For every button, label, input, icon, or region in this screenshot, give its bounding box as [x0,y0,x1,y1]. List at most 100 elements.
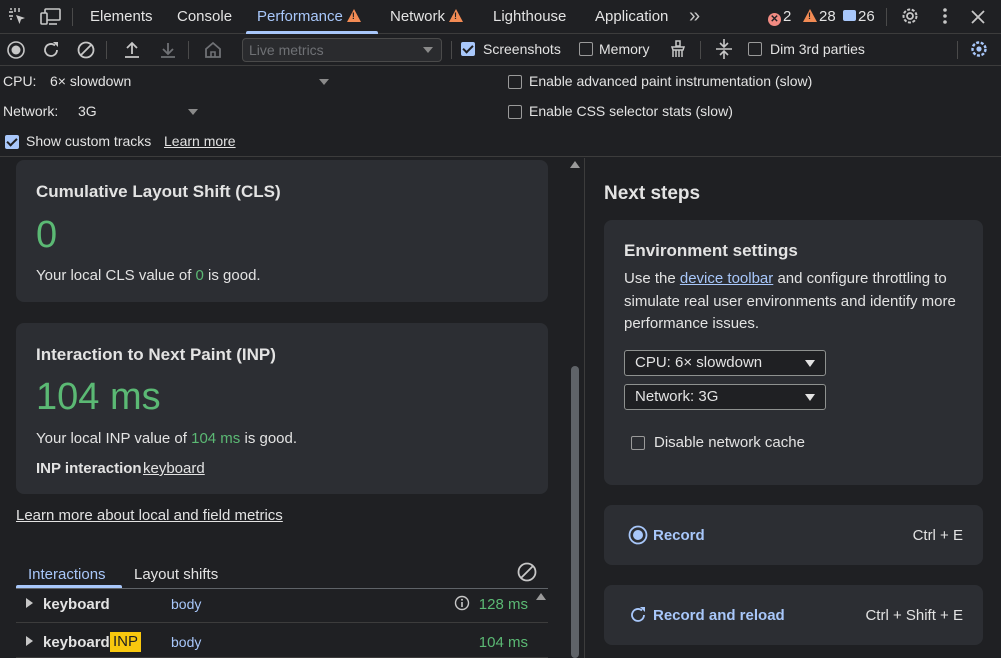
divider [700,41,701,59]
clear-icon[interactable] [76,40,96,60]
download-icon[interactable] [158,40,178,60]
tab-application[interactable]: Application [595,0,668,34]
next-steps-title: Next steps [604,183,701,204]
inp-desc-prefix: Your local INP value of [36,430,192,447]
network-throttling-dropdown[interactable]: Network: 3G [624,384,826,410]
cls-value: 0 [36,214,58,256]
dim-third-parties-label: Dim 3rd parties [770,41,865,57]
disable-cache-label: Disable network cache [654,434,805,451]
inp-interaction-label: INP interaction [36,460,142,477]
tab-lighthouse[interactable]: Lighthouse [493,0,566,34]
tab-network[interactable]: Network [390,0,464,34]
warning-badge[interactable]: 28 [803,8,836,26]
table-row[interactable]: keyboard body 128 ms [16,589,548,623]
cpu-label: CPU: [3,73,37,89]
tab-performance[interactable]: Performance [257,0,361,34]
network-dropdown-value: Network: 3G [635,388,719,405]
devtools-tab-bar: Elements Console Performance Network Lig… [0,0,1001,34]
custom-tracks-checkbox[interactable] [5,135,19,149]
tab-network-label: Network [390,8,446,25]
css-selector-stats-checkbox[interactable] [508,105,522,119]
warning-icon [449,9,464,22]
device-toolbar-icon[interactable] [40,7,62,27]
collapse-icon[interactable] [714,38,734,60]
env-text-suffix: and configure throttling to [773,270,947,287]
disable-cache-checkbox[interactable] [631,436,645,450]
network-throttling-select[interactable]: 3G [72,100,202,124]
dim-third-parties-checkbox[interactable] [748,42,762,56]
warning-icon [803,9,817,22]
metrics-select[interactable]: Live metrics [242,38,442,62]
table-row[interactable]: keyboard INP body 104 ms [16,623,548,658]
cls-desc-value: 0 [195,267,204,284]
record-label: Record [653,527,705,544]
record-and-reload-shortcut: Ctrl + Shift + E [865,607,963,624]
cpu-throttling-select[interactable]: 6× slowdown [44,70,334,94]
upload-icon[interactable] [122,40,142,60]
capture-settings-icon[interactable] [968,38,990,60]
scrollbar-thumb[interactable] [571,366,579,658]
cls-desc-suffix: is good. [203,267,261,284]
inp-value: 104 ms [36,376,161,418]
record-shortcut: Ctrl + E [912,527,963,544]
divider [72,8,73,26]
device-toolbar-link[interactable]: device toolbar [680,270,773,287]
message-badge[interactable]: 26 [843,8,875,26]
cpu-dropdown-value: CPU: 6× slowdown [635,354,763,371]
inp-card: Interaction to Next Paint (INP) 104 ms Y… [16,323,548,494]
reload-icon [631,607,645,622]
cls-description: Your local CLS value of 0 is good. [36,267,261,284]
chevron-down-icon [805,360,815,367]
gear-icon[interactable] [899,5,921,27]
expand-triangle-icon[interactable] [26,636,33,646]
tab-interactions[interactable]: Interactions [28,566,106,583]
environment-text-line1: Use the device toolbar and configure thr… [624,270,947,287]
error-badge[interactable]: ✕ 2 [768,8,791,26]
message-icon [843,10,856,21]
more-options-icon[interactable] [940,6,950,26]
metrics-select-value: Live metrics [249,42,324,58]
inspect-element-icon[interactable] [8,7,28,27]
paint-instrumentation-checkbox[interactable] [508,75,522,89]
inp-interaction-link[interactable]: keyboard [143,460,205,477]
error-icon: ✕ [768,13,781,26]
tab-console[interactable]: Console [177,0,232,34]
reload-icon[interactable] [41,40,61,60]
scroll-up-arrow[interactable] [536,593,546,600]
inp-desc-value: 104 ms [191,430,241,447]
network-label: Network: [3,103,59,119]
environment-text-line3: performance issues. [624,315,760,332]
record-icon[interactable] [6,40,26,60]
more-tabs-button[interactable]: » [689,0,700,33]
chevron-down-icon [805,394,815,401]
info-icon[interactable] [454,595,470,611]
scroll-up-arrow[interactable] [570,161,580,168]
learn-more-metrics-link[interactable]: Learn more about local and field metrics [16,507,283,524]
memory-checkbox[interactable] [579,42,593,56]
custom-tracks-label: Show custom tracks [26,133,152,149]
chevron-down-icon [188,109,198,115]
record-icon [628,525,648,545]
interaction-target[interactable]: body [171,596,201,612]
record-and-reload-label: Record and reload [653,607,785,624]
tab-layout-shifts[interactable]: Layout shifts [134,566,218,583]
cpu-throttling-dropdown[interactable]: CPU: 6× slowdown [624,350,826,376]
interaction-target[interactable]: body [171,634,201,650]
record-card[interactable]: Record Ctrl + E [604,505,983,565]
environment-settings-title: Environment settings [624,241,798,260]
learn-more-link[interactable]: Learn more [164,133,236,149]
screenshots-checkbox[interactable] [461,42,475,56]
interaction-duration: 104 ms [478,634,528,651]
clear-interactions-icon[interactable] [516,561,538,583]
expand-triangle-icon[interactable] [26,598,33,608]
interaction-type: keyboard [43,634,110,651]
divider [451,41,452,59]
pane-divider[interactable] [584,158,585,658]
home-icon[interactable] [203,40,223,60]
tab-elements[interactable]: Elements [90,0,153,34]
environment-text-line2: simulate real user environments and iden… [624,293,956,310]
inp-badge: INP [110,632,142,652]
garbage-collect-icon[interactable] [668,39,688,59]
record-and-reload-card[interactable]: Record and reload Ctrl + Shift + E [604,585,983,645]
close-icon[interactable] [970,9,986,25]
